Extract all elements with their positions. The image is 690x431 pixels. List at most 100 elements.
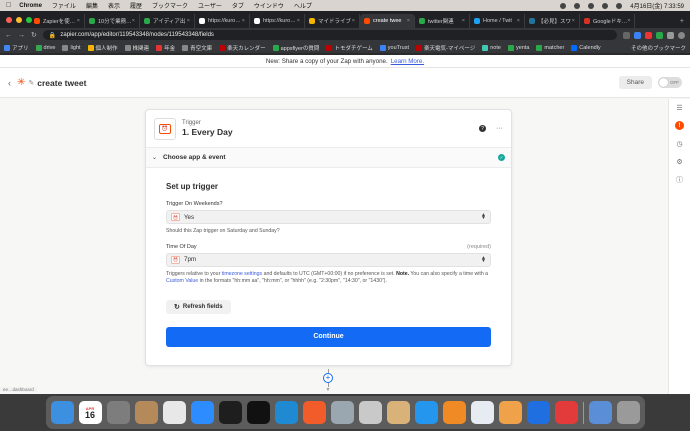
other-bookmarks[interactable]: その他のブックマーク [631, 44, 686, 52]
timezone-settings-link[interactable]: timezone settings [222, 271, 262, 277]
zoom-window-button[interactable] [26, 17, 32, 23]
close-tab-icon[interactable]: × [627, 18, 630, 24]
extension-icon[interactable] [667, 31, 674, 39]
browser-tab[interactable]: twitter関連 × [415, 14, 470, 28]
history-clock-icon[interactable]: ◷ [675, 139, 684, 148]
share-button[interactable]: Share [618, 76, 652, 89]
iterm-app-icon[interactable] [246, 401, 270, 424]
bookmark-item[interactable]: youTrust [379, 44, 409, 52]
close-tab-icon[interactable]: × [462, 18, 465, 24]
continue-button[interactable]: Continue [166, 326, 491, 347]
bookmark-item[interactable]: note [482, 44, 501, 52]
browser-tab[interactable]: create twee × [360, 14, 415, 28]
browser-tab[interactable]: アイディア出 × [140, 14, 195, 28]
close-tab-icon[interactable]: × [517, 18, 520, 24]
close-tab-icon[interactable]: × [352, 18, 355, 24]
menu-tab[interactable]: タブ [232, 1, 244, 10]
help-icon[interactable]: ? [479, 125, 486, 132]
browser-tab[interactable]: 【必見】スワ × [525, 14, 580, 28]
downloads-app-icon[interactable] [588, 401, 612, 424]
apple-icon[interactable]:  [6, 2, 11, 9]
close-tab-icon[interactable]: × [407, 18, 410, 24]
zap-on-off-toggle[interactable]: OFF [658, 77, 682, 88]
contacts-app-icon[interactable] [134, 401, 158, 424]
close-tab-icon[interactable]: × [187, 18, 190, 24]
new-tab-button[interactable]: + [674, 14, 690, 28]
extension-icon[interactable] [623, 31, 630, 39]
status-icon[interactable] [560, 2, 567, 9]
weekends-select[interactable]: ⏰ Yes ▲ ▼ [166, 210, 491, 224]
menu-edit[interactable]: 編集 [86, 1, 98, 10]
bookmark-item[interactable]: matcher [536, 44, 564, 52]
bookmark-item[interactable]: トモダチゲーム [326, 44, 373, 52]
bookmark-item[interactable]: drive [35, 44, 55, 52]
menu-history[interactable]: 履歴 [130, 1, 142, 10]
close-window-button[interactable] [6, 17, 12, 23]
zap-title[interactable]: create tweet [37, 78, 86, 88]
url-input[interactable]: 🔒 zapier.com/app/editor/119543348/nodes/… [42, 30, 617, 40]
help-icon[interactable]: ⓘ [675, 175, 684, 184]
bookmark-item[interactable]: 楽天電気-マイページ [415, 44, 475, 52]
zoom-app-icon[interactable] [190, 401, 214, 424]
proxyman-app-icon[interactable] [470, 401, 494, 424]
wifi-icon[interactable] [602, 2, 609, 9]
add-step-plus-icon[interactable]: + [323, 373, 333, 383]
bookmark-item[interactable]: light [62, 44, 81, 52]
bookmark-item[interactable]: yenta [507, 44, 529, 52]
vscode-app-icon[interactable] [274, 401, 298, 424]
menu-window[interactable]: ウインドウ [254, 1, 284, 10]
bookmark-item[interactable]: 楽天カレンダー [219, 44, 266, 52]
close-tab-icon[interactable]: × [572, 18, 575, 24]
menu-file[interactable]: ファイル [52, 1, 76, 10]
reload-icon[interactable]: ↻ [31, 31, 37, 39]
step-header[interactable]: ⏰ Trigger 1. Every Day ? ··· [146, 110, 511, 148]
close-tab-icon[interactable]: × [297, 18, 300, 24]
bookmark-item[interactable]: appsflyerの質問 [272, 44, 319, 52]
status-icon[interactable] [574, 2, 581, 9]
browser-tab[interactable]: Home / Twit × [470, 14, 525, 28]
system-preferences-app-icon[interactable] [106, 401, 130, 424]
chrome-app-icon[interactable] [162, 401, 186, 424]
time-of-day-select[interactable]: ⏰ 7pm ▲ ▼ [166, 252, 491, 267]
extension-icon[interactable] [634, 31, 641, 39]
choose-app-section[interactable]: ⌄ Choose app & event ✓ [146, 148, 511, 168]
trash-app-icon[interactable] [616, 401, 640, 424]
more-options-icon[interactable]: ··· [496, 125, 503, 132]
docker-app-icon[interactable] [414, 401, 438, 424]
git-tower-app-icon[interactable] [442, 401, 466, 424]
settings-gear-icon[interactable]: ⚙ [675, 157, 684, 166]
preview-app-icon[interactable] [498, 401, 522, 424]
bookmark-item[interactable]: アプリ [4, 44, 29, 52]
browser-tab[interactable]: マイドライブ × [305, 14, 360, 28]
finder-app-icon[interactable] [50, 401, 74, 424]
custom-value-link[interactable]: Custom Value [166, 278, 198, 284]
refresh-fields-button[interactable]: ↻ Refresh fields [166, 299, 231, 314]
forward-arrow-icon[interactable]: → [18, 32, 25, 39]
outline-icon[interactable]: ☰ [675, 103, 684, 112]
close-tab-icon[interactable]: × [242, 18, 245, 24]
menu-view[interactable]: 表示 [108, 1, 120, 10]
status-icon[interactable] [588, 2, 595, 9]
step-title[interactable]: 1. Every Day [182, 127, 233, 137]
quicktime-app-icon[interactable] [330, 401, 354, 424]
clock-app-icon[interactable] [554, 401, 578, 424]
learn-more-link[interactable]: Learn More. [391, 58, 424, 65]
bookmark-item[interactable]: 年金 [156, 44, 175, 52]
back-arrow-icon[interactable]: ← [5, 32, 12, 39]
zapier-logo-icon[interactable]: ✳ [17, 77, 25, 88]
extension-icon[interactable] [645, 31, 652, 39]
safari-app-icon[interactable] [302, 401, 326, 424]
search-icon[interactable] [616, 2, 623, 9]
browser-tab[interactable]: Zapierを使… × [30, 14, 85, 28]
menu-app-name[interactable]: Chrome [19, 3, 42, 9]
extension-icon[interactable] [656, 31, 663, 39]
pencil-icon[interactable]: ✎ [28, 79, 34, 87]
close-tab-icon[interactable]: × [132, 18, 135, 24]
bookmark-item[interactable]: Calendly [571, 44, 601, 52]
sequel-app-icon[interactable] [386, 401, 410, 424]
minimize-window-button[interactable] [16, 17, 22, 23]
browser-tab[interactable]: https://kuro… × [250, 14, 305, 28]
profile-avatar[interactable] [678, 31, 685, 39]
bookmark-item[interactable]: 個人制作 [87, 44, 118, 52]
calendar-app-icon[interactable]: APR 16 [78, 401, 102, 424]
